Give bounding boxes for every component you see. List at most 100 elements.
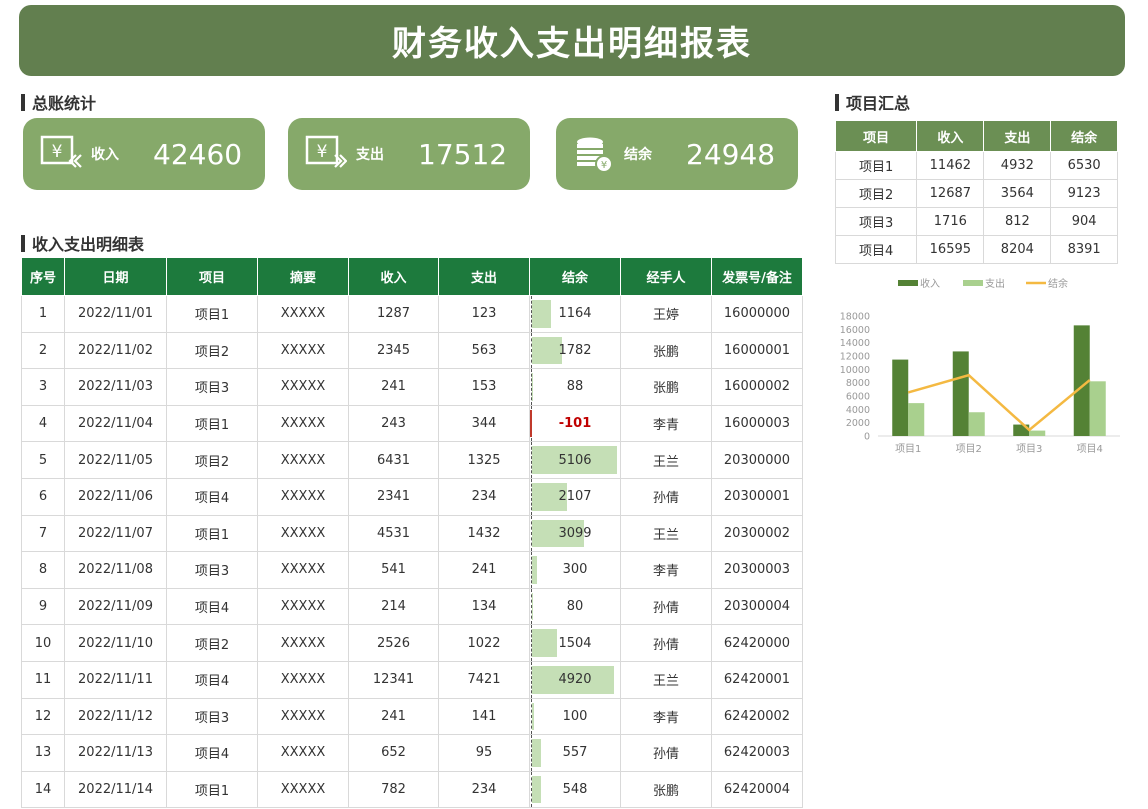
summary-cell: 8391 (1050, 235, 1118, 264)
table-row[interactable]: 8 2022/11/08 项目3 XXXXX 541 241 300 李青 20300003 (21, 551, 803, 589)
balance-line[interactable] (907, 373, 1091, 432)
table-cell: 2022/11/02 (64, 331, 167, 370)
detail-header-cell: 经手人 (620, 257, 712, 296)
heading-marker (21, 234, 25, 252)
expense-bar[interactable] (1029, 430, 1046, 436)
summary-row[interactable]: 项目3 1716 812 904 (834, 207, 1118, 236)
income-card: ¥ 收入 42460 (23, 118, 265, 190)
table-cell: 2345 (348, 331, 439, 370)
summary-row[interactable]: 项目2 12687 3564 9123 (834, 179, 1118, 208)
table-cell: 项目4 (166, 734, 258, 772)
table-cell: 16000002 (711, 368, 803, 406)
expense-yen-icon: ¥ (304, 132, 348, 176)
table-cell: XXXXX (257, 551, 349, 589)
expense-bar[interactable] (968, 412, 985, 436)
table-cell: 王兰 (620, 660, 712, 699)
balance-cell: 557 (529, 734, 621, 772)
balance-value: 3099 (558, 525, 592, 541)
table-cell: 项目3 (166, 697, 258, 736)
table-row[interactable]: 3 2022/11/03 项目3 XXXXX 241 153 88 张鹏 16000002 (21, 368, 803, 406)
table-cell: 123 (438, 295, 530, 333)
table-cell: XXXXX (257, 331, 349, 370)
balance-cell: 548 (529, 770, 621, 809)
table-cell: 782 (348, 770, 439, 809)
table-cell: 241 (348, 368, 439, 406)
table-cell: 2022/11/14 (64, 770, 167, 809)
ledger-section-title: 总账统计 (32, 94, 97, 113)
summary-cell: 项目3 (834, 207, 918, 236)
table-row[interactable]: 1 2022/11/01 项目1 XXXXX 1287 123 1164 王婷 16000000 (21, 295, 803, 333)
table-row[interactable]: 7 2022/11/07 项目1 XXXXX 4531 1432 3099 王兰 2030000… (21, 514, 803, 553)
balance-value: 1782 (558, 342, 592, 358)
detail-header-cell: 项目 (166, 257, 258, 296)
table-cell: 62420003 (711, 734, 803, 772)
table-row[interactable]: 9 2022/11/09 项目4 XXXXX 214 134 80 孙倩 20300004 (21, 587, 803, 626)
summary-header-cell: 支出 (983, 120, 1052, 152)
table-row[interactable]: 2 2022/11/02 项目2 XXXXX 2345 563 1782 张鹏 16000001 (21, 331, 803, 370)
table-cell: 16000000 (711, 295, 803, 333)
table-cell: 7421 (438, 660, 530, 699)
detail-header-cell: 发票号/备注 (711, 257, 803, 296)
table-cell: XXXXX (257, 477, 349, 516)
detail-header-cell: 收入 (348, 257, 439, 296)
table-cell: 16000003 (711, 404, 803, 443)
income-yen-icon: ¥ (39, 132, 83, 176)
table-cell: XXXXX (257, 441, 349, 479)
summary-cell: 812 (983, 207, 1052, 236)
table-cell: 王婷 (620, 295, 712, 333)
y-tick-label: 4000 (846, 405, 870, 416)
table-cell: 3 (21, 368, 65, 406)
table-row[interactable]: 4 2022/11/04 项目1 XXXXX 243 344 -101 李青 16000003 (21, 404, 803, 443)
income-bar[interactable] (892, 359, 909, 436)
y-tick-label: 14000 (840, 338, 870, 349)
summary-cell: 6530 (1050, 151, 1118, 180)
income-bar[interactable] (952, 351, 969, 436)
table-cell: 张鹏 (620, 331, 712, 370)
income-expense-detail-table: 序号 日期 项目 摘要 收入 支出 结余 经手人 发票号/备注 1 2022/11/01 项目1 XX… (21, 257, 803, 809)
table-cell: 1287 (348, 295, 439, 333)
table-cell: 项目1 (166, 514, 258, 553)
table-row[interactable]: 6 2022/11/06 项目4 XXXXX 2341 234 2107 孙倩 20300001 (21, 477, 803, 516)
table-cell: 134 (438, 587, 530, 626)
summary-section-title: 项目汇总 (846, 94, 911, 113)
table-cell: 5 (21, 441, 65, 479)
balance-value: 2107 (558, 489, 592, 505)
table-cell: 62420000 (711, 624, 803, 662)
legend-item: 支出 (963, 277, 1005, 290)
table-cell: 8 (21, 551, 65, 589)
balance-data-bar (532, 629, 557, 657)
table-cell: 2022/11/03 (64, 368, 167, 406)
heading-marker (21, 93, 25, 111)
y-tick-label: 10000 (840, 365, 870, 376)
table-cell: 2022/11/09 (64, 587, 167, 626)
table-cell: 16000001 (711, 331, 803, 370)
balance-data-bar (532, 592, 533, 621)
table-cell: 12341 (348, 660, 439, 699)
table-cell: 项目1 (166, 770, 258, 809)
table-row[interactable]: 11 2022/11/11 项目4 XXXXX 12341 7421 4920 王兰 62420… (21, 660, 803, 699)
balance-cell: 300 (529, 551, 621, 589)
balance-cell: 88 (529, 368, 621, 406)
income-card-value: 42460 (153, 137, 243, 171)
detail-header-cell: 支出 (438, 257, 530, 296)
table-row[interactable]: 12 2022/11/12 项目3 XXXXX 241 141 100 李青 62420002 (21, 697, 803, 736)
expense-card: ¥ 支出 17512 (288, 118, 530, 190)
summary-cell: 16595 (916, 235, 985, 264)
expense-bar[interactable] (908, 403, 925, 436)
table-cell: 李青 (620, 551, 712, 589)
legend-label: 收入 (920, 277, 940, 290)
expense-card-value: 17512 (418, 137, 508, 171)
summary-row[interactable]: 项目1 11462 4932 6530 (834, 151, 1118, 180)
table-row[interactable]: 10 2022/11/10 项目2 XXXXX 2526 1022 1504 孙倩 624200… (21, 624, 803, 662)
summary-row[interactable]: 项目4 16595 8204 8391 (834, 235, 1118, 264)
table-cell: 项目2 (166, 441, 258, 479)
table-cell: 李青 (620, 404, 712, 443)
income-card-label: 收入 (91, 147, 119, 163)
table-cell: 20300000 (711, 441, 803, 479)
balance-value: 80 (566, 599, 584, 615)
expense-bar[interactable] (1089, 381, 1106, 436)
table-row[interactable]: 5 2022/11/05 项目2 XXXXX 6431 1325 5106 王兰 2030000… (21, 441, 803, 479)
table-row[interactable]: 13 2022/11/13 项目4 XXXXX 652 95 557 孙倩 62420003 (21, 734, 803, 772)
table-row[interactable]: 14 2022/11/14 项目1 XXXXX 782 234 548 张鹏 62420004 (21, 770, 803, 809)
table-cell: 孙倩 (620, 477, 712, 516)
